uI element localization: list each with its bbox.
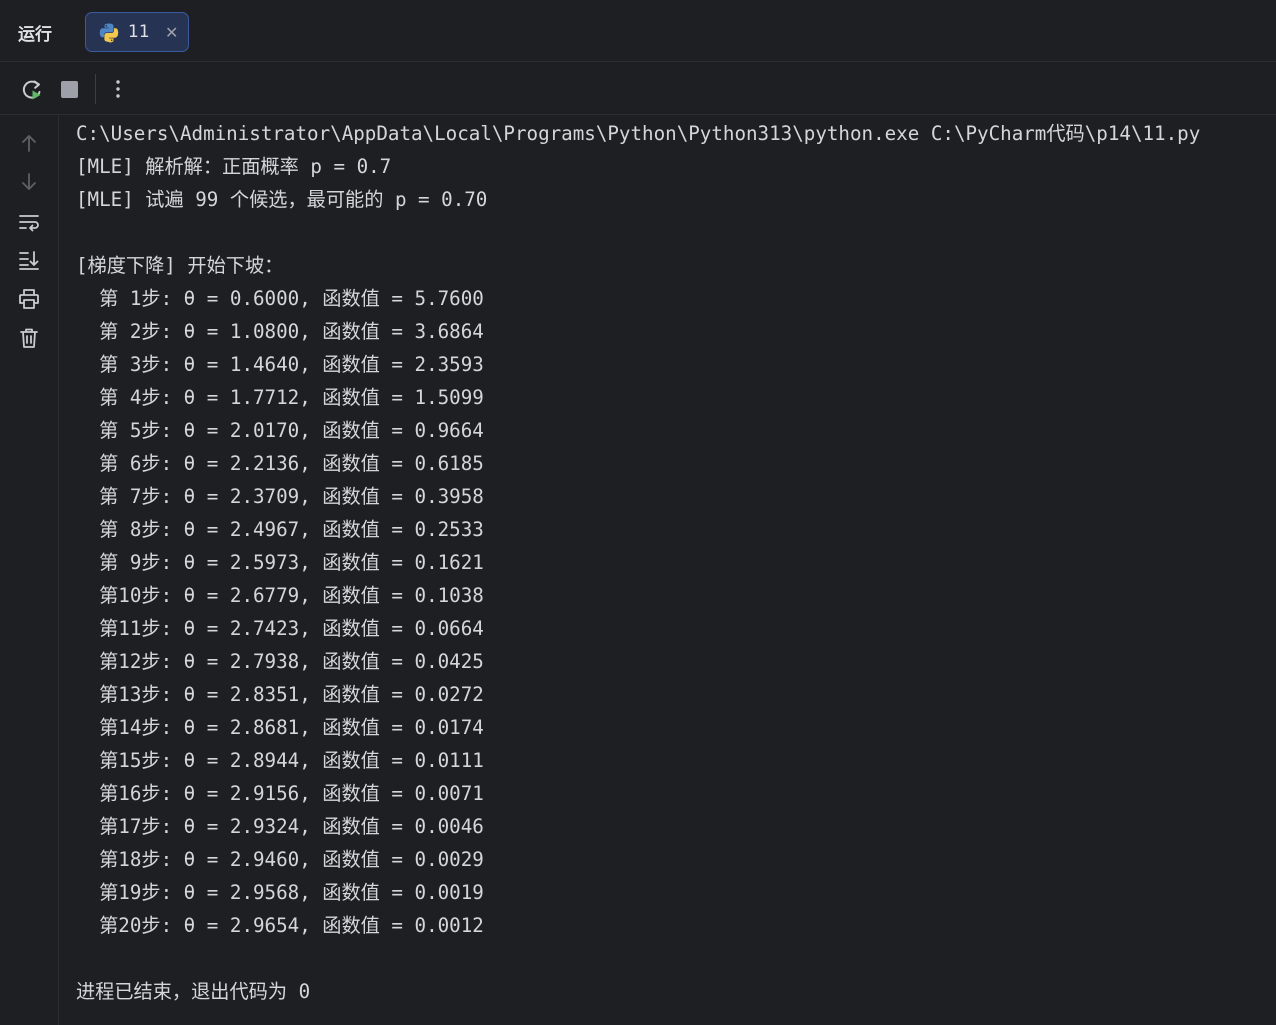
console-line: 第13步: θ = 2.8351, 函数值 = 0.0272 bbox=[76, 683, 484, 706]
console-line: 第 5步: θ = 2.0170, 函数值 = 0.9664 bbox=[76, 419, 484, 442]
console-line: 第 9步: θ = 2.5973, 函数值 = 0.1621 bbox=[76, 551, 484, 574]
console-line: 进程已结束，退出代码为 0 bbox=[76, 980, 311, 1003]
console-line: 第16步: θ = 2.9156, 函数值 = 0.0071 bbox=[76, 782, 484, 805]
run-toolbar bbox=[0, 62, 1276, 115]
run-tool-window: 运行 11 ✕ C:\Users\Administrator\AppData\L… bbox=[0, 0, 1276, 1025]
console-sidebar bbox=[0, 115, 59, 1025]
console-line: 第19步: θ = 2.9568, 函数值 = 0.0019 bbox=[76, 881, 484, 904]
console-line: 第 2步: θ = 1.0800, 函数值 = 3.6864 bbox=[76, 320, 484, 343]
rerun-icon[interactable] bbox=[20, 78, 44, 102]
console-line: 第18步: θ = 2.9460, 函数值 = 0.0029 bbox=[76, 848, 484, 871]
console-line: 第10步: θ = 2.6779, 函数值 = 0.1038 bbox=[76, 584, 484, 607]
console-line: 第 1步: θ = 0.6000, 函数值 = 5.7600 bbox=[76, 287, 484, 310]
console-line: [MLE] 解析解：正面概率 p = 0.7 bbox=[76, 155, 392, 178]
python-icon bbox=[99, 23, 119, 43]
scroll-to-end-icon[interactable] bbox=[17, 248, 41, 272]
console-line: [MLE] 试遍 99 个候选，最可能的 p = 0.70 bbox=[76, 188, 488, 211]
console-line: 第15步: θ = 2.8944, 函数值 = 0.0111 bbox=[76, 749, 484, 772]
console-output[interactable]: C:\Users\Administrator\AppData\Local\Pro… bbox=[76, 117, 1276, 1008]
console-line: C:\Users\Administrator\AppData\Local\Pro… bbox=[76, 122, 1201, 145]
run-tabbar: 运行 11 ✕ bbox=[0, 0, 1276, 62]
console-line: 第 7步: θ = 2.3709, 函数值 = 0.3958 bbox=[76, 485, 484, 508]
run-panel-title: 运行 bbox=[18, 25, 52, 45]
tab-label: 11 bbox=[128, 22, 150, 42]
console-line: 第 4步: θ = 1.7712, 函数值 = 1.5099 bbox=[76, 386, 484, 409]
console-line: 第12步: θ = 2.7938, 函数值 = 0.0425 bbox=[76, 650, 484, 673]
more-options-icon[interactable] bbox=[108, 76, 128, 102]
console-line: [梯度下降] 开始下坡： bbox=[76, 254, 284, 277]
print-icon[interactable] bbox=[17, 287, 41, 311]
close-icon[interactable]: ✕ bbox=[165, 22, 178, 44]
console-line: 第 8步: θ = 2.4967, 函数值 = 0.2533 bbox=[76, 518, 484, 541]
soft-wrap-icon[interactable] bbox=[17, 210, 41, 234]
scroll-up-icon[interactable] bbox=[17, 131, 41, 155]
console-line: 第11步: θ = 2.7423, 函数值 = 0.0664 bbox=[76, 617, 484, 640]
console-line: 第 6步: θ = 2.2136, 函数值 = 0.6185 bbox=[76, 452, 484, 475]
console-line: 第14步: θ = 2.8681, 函数值 = 0.0174 bbox=[76, 716, 484, 739]
console-line: 第17步: θ = 2.9324, 函数值 = 0.0046 bbox=[76, 815, 484, 838]
console-line: 第 3步: θ = 1.4640, 函数值 = 2.3593 bbox=[76, 353, 484, 376]
trash-icon[interactable] bbox=[17, 326, 41, 350]
run-tab-11[interactable]: 11 ✕ bbox=[85, 12, 189, 52]
scroll-down-icon[interactable] bbox=[17, 170, 41, 194]
console-line: 第20步: θ = 2.9654, 函数值 = 0.0012 bbox=[76, 914, 484, 937]
toolbar-divider bbox=[95, 74, 96, 104]
stop-icon[interactable] bbox=[61, 81, 78, 98]
